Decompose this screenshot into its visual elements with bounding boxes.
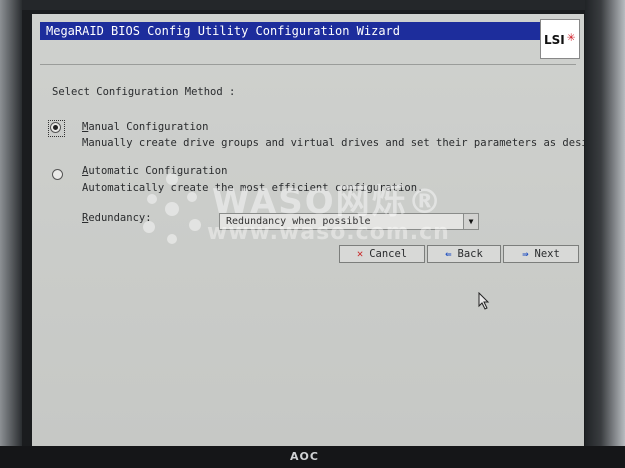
manual-config-label[interactable]: Manual Configuration bbox=[82, 121, 208, 133]
cancel-button[interactable]: ✕ Cancel bbox=[339, 245, 425, 263]
close-x-icon: ✕ bbox=[356, 248, 364, 260]
header-divider bbox=[40, 64, 576, 65]
prompt-label: Select Configuration Method : bbox=[52, 86, 236, 98]
bios-screen: MegaRAID BIOS Config Utility Configurati… bbox=[32, 14, 584, 446]
monitor-bezel-right bbox=[585, 0, 625, 468]
manual-config-description: Manually create drive groups and virtual… bbox=[82, 137, 584, 149]
monitor-brand-label: AOC bbox=[290, 450, 319, 463]
arrow-left-icon: ⇚ bbox=[445, 248, 452, 260]
next-button-label: Next bbox=[534, 248, 560, 260]
manual-config-radio[interactable] bbox=[50, 122, 61, 133]
mouse-cursor-icon bbox=[478, 292, 490, 310]
back-button[interactable]: ⇚ Back bbox=[427, 245, 501, 263]
lsi-logo: LSI ✳ bbox=[540, 19, 580, 59]
watermark-brand: WASO网烁® bbox=[212, 182, 444, 222]
logo-text: LSI bbox=[544, 33, 565, 47]
watermark-url: www.waso.com.cn bbox=[207, 220, 450, 245]
window-title: MegaRAID BIOS Config Utility Configurati… bbox=[40, 22, 540, 40]
automatic-config-radio[interactable] bbox=[52, 169, 63, 180]
lsi-star-icon: ✳ bbox=[567, 29, 576, 45]
monitor-bezel-left bbox=[0, 0, 22, 468]
back-button-label: Back bbox=[457, 248, 483, 260]
cancel-button-label: Cancel bbox=[369, 248, 408, 260]
triangle-down-icon[interactable]: ▼ bbox=[463, 214, 478, 229]
arrow-right-icon: ⇛ bbox=[522, 248, 529, 260]
watermark-logo-icon bbox=[143, 173, 201, 244]
monitor-bezel-top bbox=[0, 0, 625, 10]
next-button[interactable]: ⇛ Next bbox=[503, 245, 579, 263]
